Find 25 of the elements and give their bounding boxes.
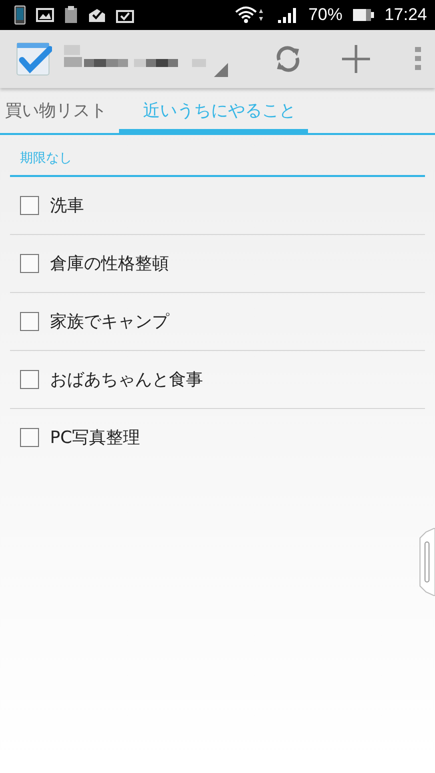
task-label: 倉庫の性格整頓 bbox=[50, 253, 169, 275]
checklist-icon[interactable] bbox=[16, 41, 52, 77]
phone-icon bbox=[14, 5, 26, 25]
overflow-menu-icon[interactable] bbox=[415, 47, 421, 71]
add-icon[interactable] bbox=[341, 44, 371, 74]
checkbox[interactable] bbox=[20, 428, 39, 447]
task-label: PC写真整理 bbox=[50, 427, 140, 449]
tab[interactable]: 買い物リスト bbox=[0, 91, 119, 133]
section-header: 期限なし bbox=[20, 151, 72, 166]
clock: 17:24 bbox=[384, 5, 427, 25]
task-label: おばあちゃんと食事 bbox=[50, 369, 203, 391]
battery-percent: 70% bbox=[308, 5, 342, 25]
clipboard-icon bbox=[64, 6, 78, 24]
mail-check-icon bbox=[88, 7, 106, 23]
task-label: 洗車 bbox=[50, 195, 84, 217]
checkbox[interactable] bbox=[20, 254, 39, 273]
briefcase-check-icon bbox=[116, 7, 134, 23]
signal-icon bbox=[276, 7, 298, 23]
task-label: 家族でキャンプ bbox=[50, 311, 169, 333]
checkbox[interactable] bbox=[20, 370, 39, 389]
checkbox[interactable] bbox=[20, 196, 39, 215]
image-icon bbox=[36, 8, 54, 22]
checkbox[interactable] bbox=[20, 312, 39, 331]
side-drawer-handle-icon[interactable] bbox=[419, 528, 435, 596]
battery-icon bbox=[352, 8, 374, 22]
